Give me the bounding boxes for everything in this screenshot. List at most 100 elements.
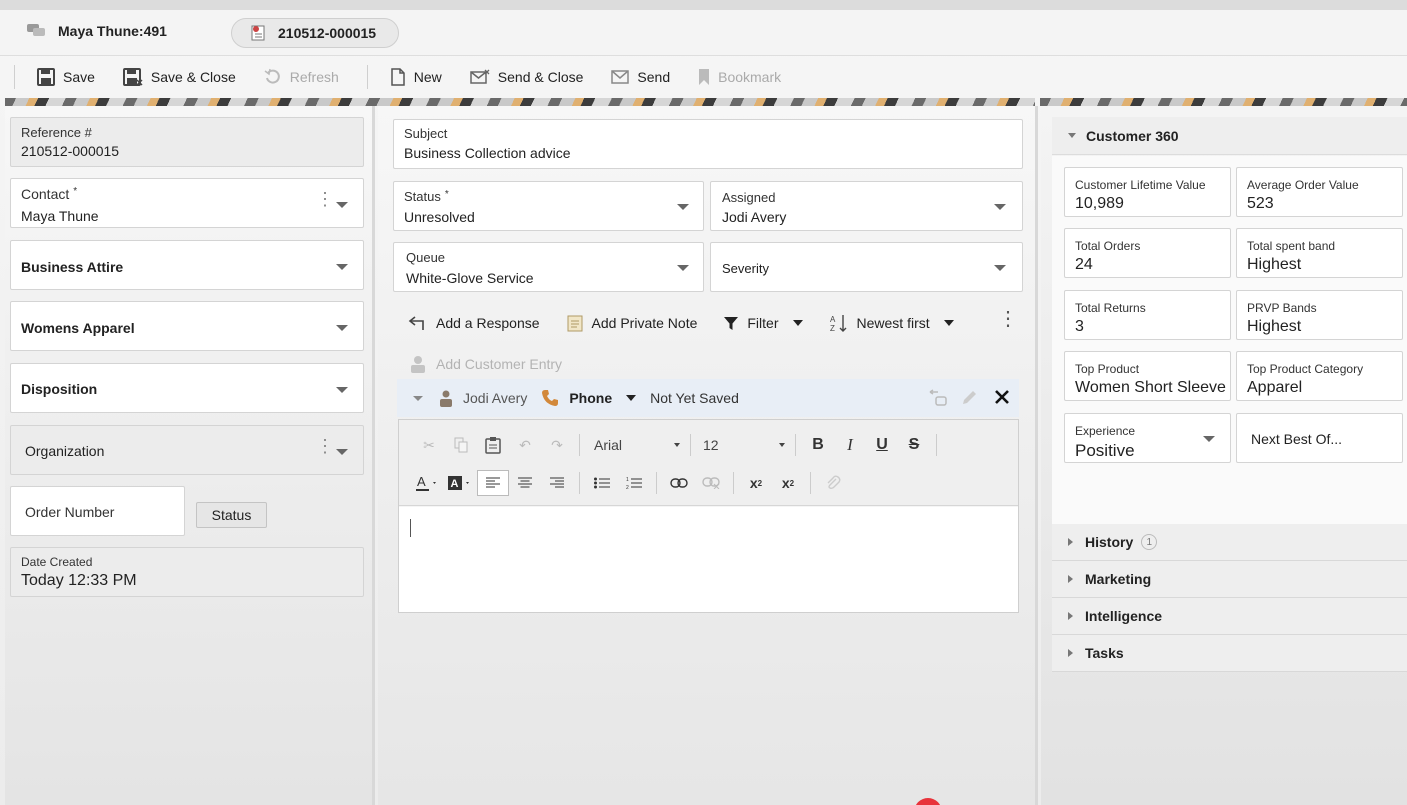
status-field[interactable]: Status * Unresolved [393, 181, 704, 231]
underline-icon[interactable]: U [866, 432, 898, 458]
subject-field[interactable]: Subject Business Collection advice [393, 119, 1023, 169]
contact-field[interactable]: Contact * Maya Thune ⋮ [10, 178, 364, 228]
order-number-input[interactable]: Order Number [10, 486, 185, 536]
history-section[interactable]: History 1 [1052, 524, 1407, 561]
edit-pencil-icon[interactable] [960, 389, 978, 407]
metric-label: Top Product [1075, 362, 1140, 376]
chevron-down-icon[interactable] [994, 204, 1006, 210]
add-customer-entry-button[interactable]: Add Customer Entry [410, 355, 562, 373]
order-status-label: Status [211, 507, 252, 523]
numbered-list-icon[interactable]: 12 [618, 470, 650, 496]
superscript-icon[interactable]: x2 [772, 470, 804, 496]
background-color-icon[interactable]: A [443, 470, 477, 496]
tasks-section[interactable]: Tasks [1052, 635, 1407, 672]
severity-field[interactable]: Severity [710, 242, 1023, 292]
new-button[interactable]: New [390, 68, 442, 86]
metric-card: Total Returns 3 [1064, 290, 1231, 340]
bulleted-list-icon[interactable] [586, 470, 618, 496]
chevron-down-icon[interactable] [336, 449, 348, 455]
chevron-down-icon[interactable] [336, 264, 348, 270]
italic-icon[interactable]: I [834, 432, 866, 458]
disposition-value: Disposition [21, 381, 98, 397]
collapse-caret-icon[interactable] [413, 395, 423, 401]
filter-button[interactable]: Filter [723, 315, 803, 331]
entry-channel[interactable]: Phone [569, 390, 612, 406]
font-family-select[interactable]: Arial [586, 437, 684, 453]
chevron-down-icon[interactable] [336, 325, 348, 331]
order-status-button[interactable]: Status [196, 502, 267, 528]
select-caret-icon [674, 443, 680, 447]
sort-order-button[interactable]: AZ Newest first [829, 313, 954, 333]
text-color-icon[interactable]: A [413, 470, 443, 496]
undo-icon[interactable]: ↶ [509, 432, 541, 458]
reference-field: Reference # 210512-000015 [10, 117, 364, 167]
chevron-down-icon[interactable] [336, 387, 348, 393]
assigned-field[interactable]: Assigned Jodi Avery [710, 181, 1023, 231]
more-options-icon[interactable]: ⋮ [316, 190, 334, 208]
organization-field[interactable]: Organization ⋮ [10, 425, 364, 475]
strikethrough-icon[interactable]: S [898, 432, 930, 458]
chevron-down-icon[interactable] [677, 265, 689, 271]
person-icon [439, 390, 453, 407]
add-private-note-button[interactable]: Add Private Note [566, 314, 697, 332]
experience-select[interactable]: Experience Positive [1064, 413, 1231, 463]
save-close-button[interactable]: Save & Close [122, 68, 236, 86]
chevron-down-icon[interactable] [677, 204, 689, 210]
svg-text:A: A [830, 315, 836, 324]
person-icon [410, 355, 426, 373]
metric-value: Highest [1247, 256, 1302, 273]
marketing-section[interactable]: Marketing [1052, 561, 1407, 598]
channel-caret-icon[interactable] [626, 395, 637, 401]
queue-field[interactable]: Queue White-Glove Service [393, 242, 704, 292]
next-best-offer-card[interactable]: Next Best Of... [1236, 413, 1403, 463]
metric-value: 24 [1075, 256, 1093, 273]
unlink-icon[interactable] [695, 470, 727, 496]
intelligence-section[interactable]: Intelligence [1052, 598, 1407, 635]
copy-icon[interactable] [445, 432, 477, 458]
add-response-button[interactable]: Add a Response [408, 315, 540, 331]
align-center-icon[interactable] [509, 470, 541, 496]
editor-text-area[interactable] [399, 507, 1018, 612]
expand-caret-icon [1068, 649, 1073, 657]
sort-order-label: Newest first [856, 315, 930, 331]
send-close-button[interactable]: Send & Close [470, 69, 583, 85]
cut-icon[interactable]: ✂ [413, 432, 445, 458]
channel-switch-icon[interactable] [928, 389, 948, 407]
close-icon[interactable] [994, 389, 1010, 405]
refresh-button[interactable]: Refresh [264, 68, 339, 86]
metric-label: Total Orders [1075, 239, 1141, 253]
chevron-down-icon[interactable] [336, 202, 348, 208]
envelope-icon [611, 70, 630, 84]
reference-value: 210512-000015 [21, 143, 120, 159]
category-field[interactable]: Womens Apparel [10, 301, 364, 351]
metric-label: Total spent band [1247, 239, 1336, 253]
disposition-field[interactable]: Disposition [10, 363, 364, 413]
bookmark-button[interactable]: Bookmark [698, 68, 781, 86]
chevron-down-icon[interactable] [994, 265, 1006, 271]
tab-incident[interactable]: 210512-000015 [231, 18, 399, 48]
send-button[interactable]: Send [611, 69, 670, 85]
attachment-icon[interactable] [817, 470, 849, 496]
save-button[interactable]: Save [37, 68, 95, 86]
assigned-value: Jodi Avery [722, 209, 787, 225]
product-field[interactable]: Business Attire [10, 240, 364, 290]
toolbar-divider [690, 434, 691, 456]
tab-contact[interactable]: Maya Thune:491 [26, 23, 167, 39]
link-icon[interactable] [663, 470, 695, 496]
window-top-strip [0, 0, 1407, 10]
align-left-icon[interactable] [477, 470, 509, 496]
redo-icon[interactable]: ↷ [541, 432, 573, 458]
tab-contact-label: Maya Thune:491 [58, 23, 167, 39]
paste-icon[interactable] [477, 432, 509, 458]
subscript-icon[interactable]: x2 [740, 470, 772, 496]
font-size-select[interactable]: 12 [697, 437, 789, 453]
thread-more-options-icon[interactable]: ⋮ [998, 309, 1018, 329]
bold-icon[interactable]: B [802, 432, 834, 458]
svg-text:2: 2 [626, 485, 629, 490]
font-size-value: 12 [703, 437, 719, 453]
more-options-icon[interactable]: ⋮ [316, 437, 334, 455]
required-marker: * [444, 189, 449, 200]
align-right-icon[interactable] [541, 470, 573, 496]
metric-label: Average Order Value [1247, 178, 1359, 192]
customer-360-header[interactable]: Customer 360 [1052, 117, 1407, 155]
